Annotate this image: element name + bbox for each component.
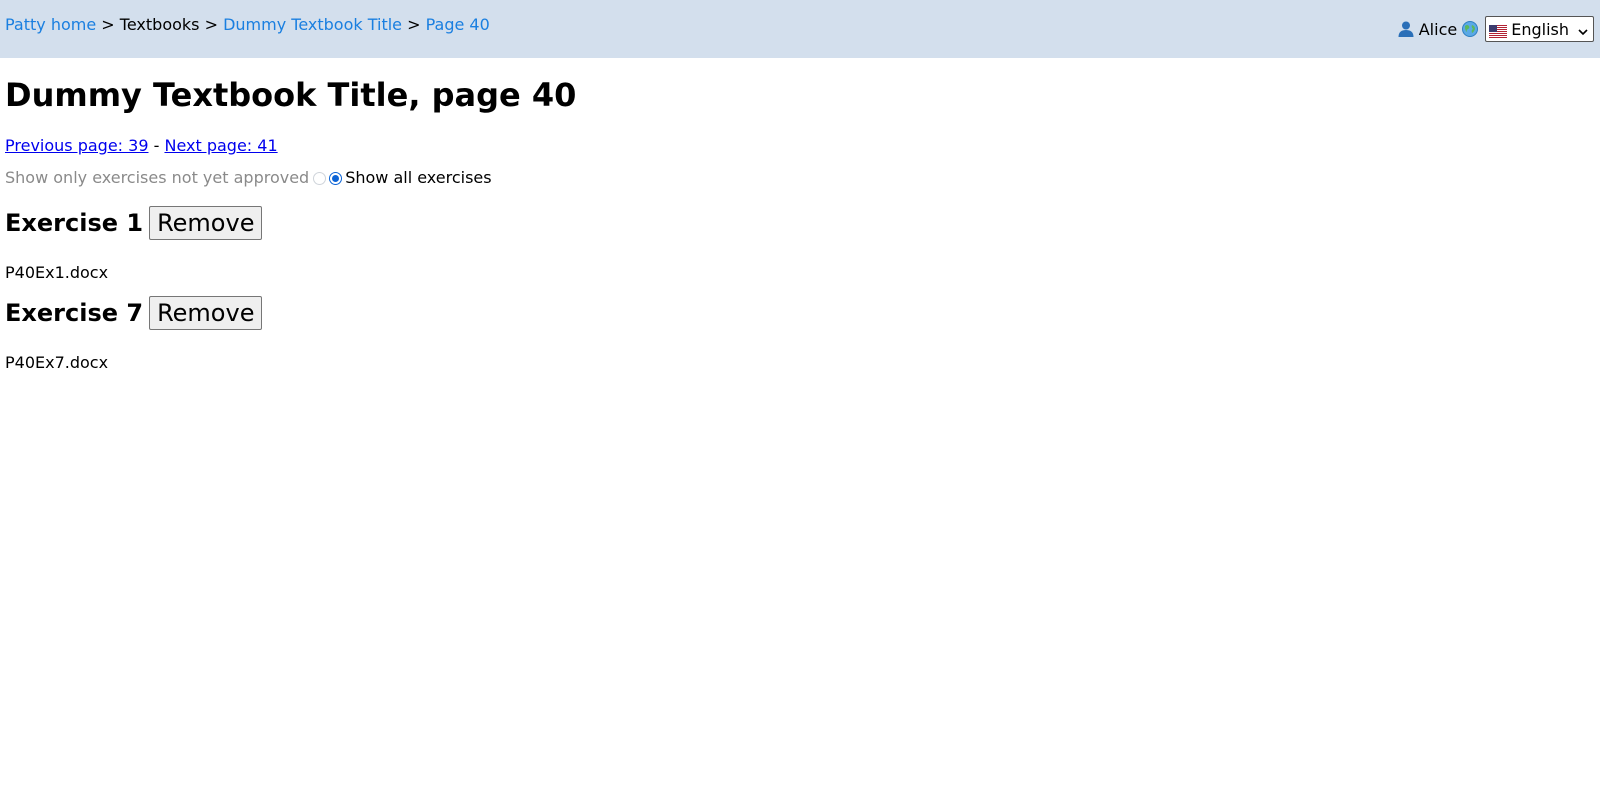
breadcrumb-separator: > (101, 15, 115, 34)
filter-all-label[interactable]: Show all exercises (345, 168, 491, 188)
breadcrumb-separator: > (204, 15, 218, 34)
breadcrumb-textbook-link[interactable]: Dummy Textbook Title (223, 15, 402, 34)
language-select[interactable]: English (1485, 16, 1594, 42)
filter-unapproved-radio[interactable] (313, 171, 327, 185)
exercise-header: Exercise 7 Remove (5, 296, 263, 330)
user-name: Alice (1418, 19, 1458, 39)
previous-page-link[interactable]: Previous page: 39 (5, 136, 149, 155)
top-bar: Patty home > Textbooks > Dummy Textbook … (0, 0, 1600, 58)
breadcrumb-textbooks: Textbooks (119, 15, 200, 34)
remove-exercise-button[interactable]: Remove (149, 296, 263, 330)
exercise-header: Exercise 1 Remove (5, 206, 263, 240)
language-selected: English (1511, 19, 1569, 39)
next-page-link[interactable]: Next page: 41 (164, 136, 277, 155)
globe-icon (1461, 20, 1479, 38)
breadcrumb-home-link[interactable]: Patty home (5, 15, 96, 34)
exercise-file-name: P40Ex1.docx (5, 263, 109, 282)
page-title: Dummy Textbook Title, page 40 (5, 76, 577, 114)
user-area: Alice English (1397, 16, 1594, 42)
page-navigation: Previous page: 39 - Next page: 41 (5, 136, 278, 156)
breadcrumb: Patty home > Textbooks > Dummy Textbook … (5, 14, 490, 36)
filter-all-radio[interactable] (329, 171, 343, 185)
exercise-file-name: P40Ex7.docx (5, 353, 109, 372)
chevron-down-icon (1577, 23, 1589, 36)
exercise-filter: Show only exercises not yet approved Sho… (5, 168, 492, 188)
filter-unapproved-label: Show only exercises not yet approved (5, 168, 310, 187)
breadcrumb-page-link[interactable]: Page 40 (426, 15, 490, 34)
exercise-title: Exercise 7 (5, 299, 144, 327)
remove-exercise-button[interactable]: Remove (149, 206, 263, 240)
us-flag-icon (1489, 23, 1508, 38)
pager-separator: - (153, 136, 160, 155)
exercise-title: Exercise 1 (5, 209, 144, 237)
breadcrumb-separator: > (407, 15, 421, 34)
user-icon (1397, 20, 1415, 38)
